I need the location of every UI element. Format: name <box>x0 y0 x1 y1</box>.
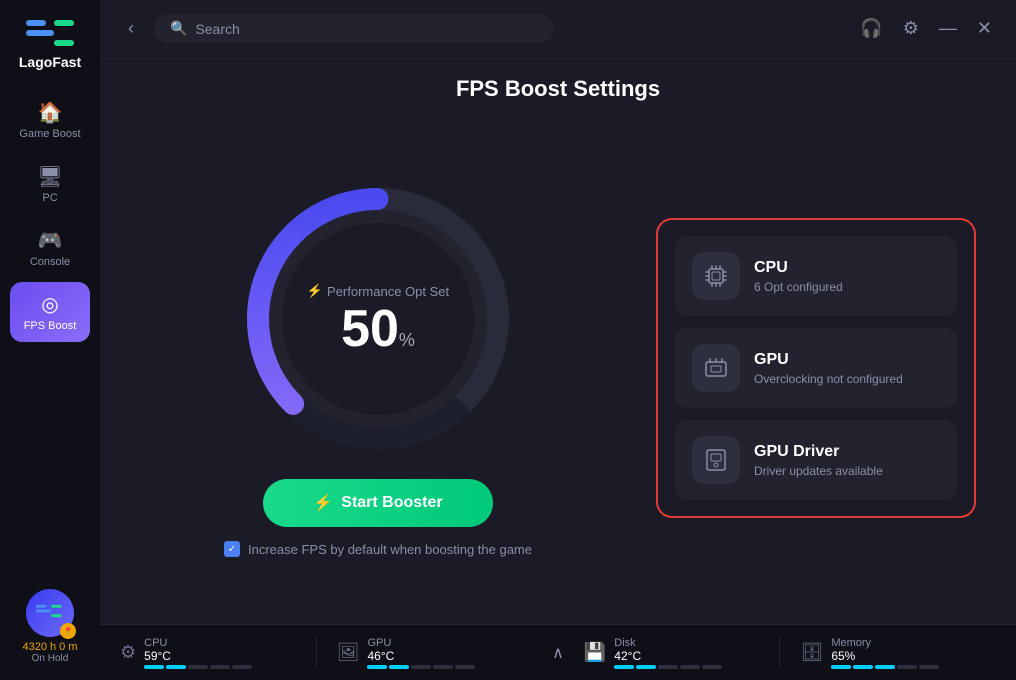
status-disk-icon: 💾 <box>584 642 606 663</box>
start-booster-button[interactable]: ⚡ Start Booster <box>263 479 492 527</box>
status-cpu-label: CPU <box>144 637 252 649</box>
status-memory[interactable]: 🗄 Memory 65% <box>779 637 996 669</box>
close-button[interactable]: ✕ <box>973 14 996 43</box>
status-gpu-graph <box>367 665 475 669</box>
sidebar-label-console: Console <box>30 256 70 268</box>
gpu-card-icon <box>692 344 740 392</box>
header-actions: 🎧 ⚙ — ✕ <box>856 14 996 43</box>
sidebar-label-pc: PC <box>42 192 57 204</box>
home-icon: 🏠 <box>38 100 63 125</box>
checkbox-label: Increase FPS by default when boosting th… <box>248 542 532 557</box>
sidebar-item-fps-boost[interactable]: ◎ FPS Boost <box>10 282 90 342</box>
sidebar-label-fps-boost: FPS Boost <box>24 320 77 332</box>
headset-button[interactable]: 🎧 <box>856 14 886 43</box>
avatar[interactable]: 📍 <box>26 589 74 637</box>
boost-label: Start Booster <box>341 494 442 512</box>
cpu-card-info: CPU 6 Opt configured <box>754 259 940 294</box>
status-gpu-icon: 🖼 <box>337 642 360 663</box>
status-memory-label: Memory <box>831 637 939 649</box>
logo-area: LagoFast <box>19 16 81 70</box>
page-title: FPS Boost Settings <box>140 58 976 112</box>
sidebar-item-console[interactable]: 🎮 Console <box>10 218 90 278</box>
back-button[interactable]: ‹ <box>120 14 142 43</box>
status-bar: ⚙ CPU 59°C 🖼 GPU 46°C <box>100 624 1016 680</box>
gauge-value-display: 50% <box>341 303 415 355</box>
sidebar-item-pc[interactable]: 🖥 PC <box>10 154 90 214</box>
gpu-driver-card-icon <box>692 436 740 484</box>
search-text: Search <box>195 21 239 37</box>
gpu-driver-card-sub: Driver updates available <box>754 464 940 478</box>
status-cpu-value: 59°C <box>144 649 252 663</box>
gauge-percent: 50 <box>341 300 399 358</box>
boost-icon: ⚡ <box>313 493 333 513</box>
status-memory-value: 65% <box>831 649 939 663</box>
page-body: FPS Boost Settings <box>100 58 1016 624</box>
status-memory-icon: 🗄 <box>800 642 823 663</box>
gauge-unit: % <box>399 330 415 350</box>
sidebar-label-game-boost: Game Boost <box>19 128 80 140</box>
user-time: 4320 h 0 m <box>22 641 77 653</box>
status-gpu-label: GPU <box>367 637 475 649</box>
bolt-icon: ⚡ <box>307 283 323 299</box>
search-icon: 🔍 <box>170 20 187 37</box>
gpu-card-sub: Overclocking not configured <box>754 372 940 386</box>
center-area: ⚡ Performance Opt Set 50% ⚡ Start Booste… <box>140 112 976 624</box>
status-disk[interactable]: 💾 Disk 42°C <box>584 637 780 669</box>
cpu-card-sub: 6 Opt configured <box>754 280 940 294</box>
app-name: LagoFast <box>19 54 81 70</box>
sidebar: LagoFast 🏠 Game Boost 🖥 PC 🎮 Console ◎ F… <box>0 0 100 680</box>
status-disk-label: Disk <box>614 637 722 649</box>
logo-icon <box>26 16 74 52</box>
status-cpu[interactable]: ⚙ CPU 59°C <box>120 637 316 669</box>
minimize-button[interactable]: — <box>935 14 961 43</box>
expand-button[interactable]: ∧ <box>532 643 584 663</box>
gauge-label: ⚡ Performance Opt Set <box>307 283 449 299</box>
gauge-inner: ⚡ Performance Opt Set 50% <box>307 283 449 355</box>
card-gpu-driver[interactable]: GPU Driver Driver updates available <box>674 420 958 500</box>
status-cpu-icon: ⚙ <box>120 642 136 663</box>
console-icon: 🎮 <box>38 228 63 253</box>
user-status: On Hold <box>32 653 69 664</box>
status-gpu-value: 46°C <box>367 649 475 663</box>
cards-panel: CPU 6 Opt configured <box>656 218 976 518</box>
checkbox-row[interactable]: ✓ Increase FPS by default when boosting … <box>224 541 532 557</box>
gpu-card-info: GPU Overclocking not configured <box>754 351 940 386</box>
status-gpu[interactable]: 🖼 GPU 46°C <box>316 637 533 669</box>
card-gpu[interactable]: GPU Overclocking not configured <box>674 328 958 408</box>
gpu-card-name: GPU <box>754 351 940 369</box>
search-bar[interactable]: 🔍 Search <box>154 14 554 43</box>
fps-boost-icon: ◎ <box>41 292 58 317</box>
status-memory-graph <box>831 665 939 669</box>
pc-icon: 🖥 <box>37 164 62 189</box>
gpu-driver-card-name: GPU Driver <box>754 443 940 461</box>
status-disk-value: 42°C <box>614 649 722 663</box>
status-disk-graph <box>614 665 722 669</box>
fps-checkbox[interactable]: ✓ <box>224 541 240 557</box>
gpu-driver-card-info: GPU Driver Driver updates available <box>754 443 940 478</box>
settings-button[interactable]: ⚙ <box>899 14 923 43</box>
main-content: ‹ 🔍 Search 🎧 ⚙ — ✕ FPS Boost Settings <box>100 0 1016 680</box>
gauge-section: ⚡ Performance Opt Set 50% ⚡ Start Booste… <box>140 179 616 557</box>
status-cpu-graph <box>144 665 252 669</box>
sidebar-item-game-boost[interactable]: 🏠 Game Boost <box>10 90 90 150</box>
avatar-badge: 📍 <box>60 623 76 639</box>
card-cpu[interactable]: CPU 6 Opt configured <box>674 236 958 316</box>
header: ‹ 🔍 Search 🎧 ⚙ — ✕ <box>100 0 1016 58</box>
cpu-card-icon <box>692 252 740 300</box>
gauge-container: ⚡ Performance Opt Set 50% <box>238 179 518 459</box>
cpu-card-name: CPU <box>754 259 940 277</box>
avatar-logo <box>36 602 64 624</box>
sidebar-bottom: 📍 4320 h 0 m On Hold <box>22 589 77 664</box>
